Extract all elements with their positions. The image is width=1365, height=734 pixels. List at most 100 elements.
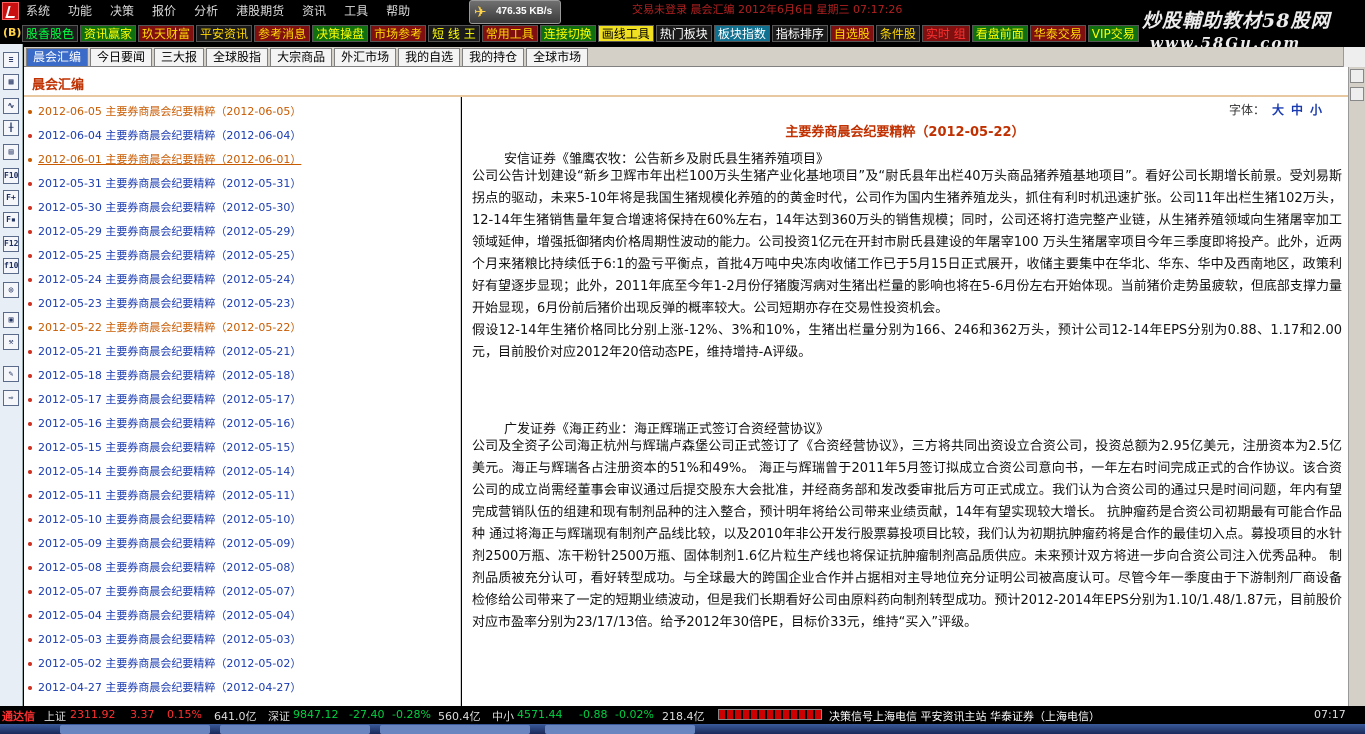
font-size-small[interactable]: 小 bbox=[1310, 103, 1322, 117]
menu-item-analysis[interactable]: 分析 bbox=[194, 2, 218, 19]
candle-icon[interactable]: ╫ bbox=[3, 120, 19, 136]
toolbar-button[interactable]: 板块指数 bbox=[713, 25, 770, 42]
list-item[interactable]: 2012-05-17 主要券商晨会纪要精粹（2012-05-17） bbox=[28, 391, 301, 407]
menu-item-news[interactable]: 资讯 bbox=[302, 2, 326, 19]
toolbar-button[interactable]: 短 线 王 bbox=[428, 25, 480, 42]
list-item[interactable]: 2012-04-27 主要券商晨会纪要精粹（2012-04-27） bbox=[28, 679, 301, 695]
list-item-link[interactable]: 2012-05-14 主要券商晨会纪要精粹（2012-05-14） bbox=[38, 465, 301, 478]
list-item-link[interactable]: 2012-05-11 主要券商晨会纪要精粹（2012-05-11） bbox=[38, 489, 301, 502]
list-icon[interactable]: ≡ bbox=[3, 52, 19, 68]
list-item-link[interactable]: 2012-05-25 主要券商晨会纪要精粹（2012-05-25） bbox=[38, 249, 301, 262]
list-item-link[interactable]: 2012-05-07 主要券商晨会纪要精粹（2012-05-07） bbox=[38, 585, 301, 598]
f10-doc-icon[interactable]: F▪ bbox=[3, 212, 19, 228]
toolbar-button[interactable]: 常用工具 bbox=[481, 25, 538, 42]
list-item[interactable]: 2012-06-05 主要券商晨会纪要精粹（2012-06-05） bbox=[28, 103, 301, 119]
list-item[interactable]: 2012-05-29 主要券商晨会纪要精粹（2012-05-29） bbox=[28, 223, 301, 239]
toolbar-button[interactable]: 条件股 bbox=[875, 25, 920, 42]
tools-icon[interactable]: ⚒ bbox=[3, 334, 19, 350]
exit-icon[interactable]: ⇨ bbox=[3, 390, 19, 406]
list-item[interactable]: 2012-05-31 主要券商晨会纪要精粹（2012-05-31） bbox=[28, 175, 301, 191]
list-item[interactable]: 2012-05-08 主要券商晨会纪要精粹（2012-05-08） bbox=[28, 559, 301, 575]
tab-three-papers[interactable]: 三大报 bbox=[154, 48, 205, 66]
scroll-thumb[interactable] bbox=[1350, 87, 1364, 101]
toolbar-button[interactable]: 热门板块 bbox=[655, 25, 712, 42]
tab-global-markets[interactable]: 全球市场 bbox=[526, 48, 589, 66]
list-item-link[interactable]: 2012-05-22 主要券商晨会纪要精粹（2012-05-22） bbox=[38, 321, 301, 334]
tab-my-watchlist[interactable]: 我的自选 bbox=[398, 48, 461, 66]
toolbar-button[interactable]: 画线工具 bbox=[597, 25, 654, 42]
menu-item-quote[interactable]: 报价 bbox=[152, 2, 176, 19]
scroll-up-button[interactable] bbox=[1350, 69, 1364, 83]
list-item-link[interactable]: 2012-05-02 主要券商晨会纪要精粹（2012-05-02） bbox=[38, 657, 301, 670]
list-item-link[interactable]: 2012-05-03 主要券商晨会纪要精粹（2012-05-03） bbox=[38, 633, 301, 646]
list-item-link[interactable]: 2012-05-16 主要券商晨会纪要精粹（2012-05-16） bbox=[38, 417, 301, 430]
toolbar-b-label[interactable]: (B) bbox=[3, 26, 21, 42]
search-icon[interactable]: ◎ bbox=[3, 282, 19, 298]
list-item-link[interactable]: 2012-05-08 主要券商晨会纪要精粹（2012-05-08） bbox=[38, 561, 301, 574]
toolbar-button[interactable]: VIP交易 bbox=[1087, 25, 1139, 42]
toolbar-button[interactable]: 实时 组 bbox=[921, 25, 970, 42]
list-item[interactable]: 2012-05-23 主要券商晨会纪要精粹（2012-05-23） bbox=[28, 295, 301, 311]
list-item-link[interactable]: 2012-05-30 主要券商晨会纪要精粹（2012-05-30） bbox=[38, 201, 301, 214]
list-item-link[interactable]: 2012-05-04 主要券商晨会纪要精粹（2012-05-04） bbox=[38, 609, 301, 622]
toolbar-button[interactable]: 自选股 bbox=[829, 25, 874, 42]
sz-index-label[interactable]: 深证 bbox=[268, 708, 290, 724]
list-item[interactable]: 2012-05-16 主要券商晨会纪要精粹（2012-05-16） bbox=[28, 415, 301, 431]
f10-icon[interactable]: F10 bbox=[3, 168, 19, 184]
list-item-link[interactable]: 2012-06-05 主要券商晨会纪要精粹（2012-06-05） bbox=[38, 105, 301, 118]
list-item[interactable]: 2012-05-09 主要券商晨会纪要精粹（2012-05-09） bbox=[28, 535, 301, 551]
list-item-link[interactable]: 2012-06-01 主要券商晨会纪要精粹（2012-06-01） bbox=[38, 153, 301, 166]
tab-forex[interactable]: 外汇市场 bbox=[334, 48, 397, 66]
table-icon[interactable]: ▦ bbox=[3, 74, 19, 90]
list-item-link[interactable]: 2012-06-04 主要券商晨会纪要精粹（2012-06-04） bbox=[38, 129, 301, 142]
taskbar-button[interactable] bbox=[545, 725, 695, 734]
list-item-link[interactable]: 2012-05-23 主要券商晨会纪要精粹（2012-05-23） bbox=[38, 297, 301, 310]
toolbar-button[interactable]: 资讯赢家 bbox=[80, 25, 137, 42]
list-item-link[interactable]: 2012-05-10 主要券商晨会纪要精粹（2012-05-10） bbox=[38, 513, 301, 526]
sh-index-label[interactable]: 上证 bbox=[44, 708, 66, 724]
f12-icon[interactable]: F12 bbox=[3, 236, 19, 252]
connection-info[interactable]: 决策信号上海电信 平安资讯主站 华泰证券（上海电信） bbox=[829, 708, 1100, 724]
list-item-link[interactable]: 2012-05-29 主要券商晨会纪要精粹（2012-05-29） bbox=[38, 225, 301, 238]
list-item[interactable]: 2012-05-15 主要券商晨会纪要精粹（2012-05-15） bbox=[28, 439, 301, 455]
list-item-link[interactable]: 2012-05-15 主要券商晨会纪要精粹（2012-05-15） bbox=[38, 441, 301, 454]
menu-item-function[interactable]: 功能 bbox=[68, 2, 92, 19]
list-item-link[interactable]: 2012-05-21 主要券商晨会纪要精粹（2012-05-21） bbox=[38, 345, 301, 358]
list-item[interactable]: 2012-05-07 主要券商晨会纪要精粹（2012-05-07） bbox=[28, 583, 301, 599]
taskbar-button[interactable] bbox=[380, 725, 530, 734]
toolbar-button[interactable]: 参考消息 bbox=[254, 25, 311, 42]
list-item-link[interactable]: 2012-05-24 主要券商晨会纪要精粹（2012-05-24） bbox=[38, 273, 301, 286]
taskbar-button[interactable] bbox=[220, 725, 370, 734]
list-item[interactable]: 2012-05-14 主要券商晨会纪要精粹（2012-05-14） bbox=[28, 463, 301, 479]
toolbar-button[interactable]: 玖天财富 bbox=[138, 25, 195, 42]
zx-index-label[interactable]: 中小 bbox=[492, 708, 514, 724]
list-item[interactable]: 2012-06-04 主要券商晨会纪要精粹（2012-06-04） bbox=[28, 127, 301, 143]
list-item-link[interactable]: 2012-05-09 主要券商晨会纪要精粹（2012-05-09） bbox=[38, 537, 301, 550]
grid-icon[interactable]: ▣ bbox=[3, 312, 19, 328]
line-chart-icon[interactable]: ∿ bbox=[3, 98, 19, 114]
menu-item-decision[interactable]: 决策 bbox=[110, 2, 134, 19]
app-logo-icon[interactable] bbox=[2, 2, 19, 20]
list-item-link[interactable]: 2012-04-27 主要券商晨会纪要精粹（2012-04-27） bbox=[38, 681, 301, 694]
list-item[interactable]: 2012-05-24 主要券商晨会纪要精粹（2012-05-24） bbox=[28, 271, 301, 287]
right-scroll-strip[interactable] bbox=[1348, 67, 1365, 706]
list-item-link[interactable]: 2012-05-18 主要券商晨会纪要精粹（2012-05-18） bbox=[38, 369, 301, 382]
list-item-link[interactable]: 2012-05-31 主要券商晨会纪要精粹（2012-05-31） bbox=[38, 177, 301, 190]
menu-item-hk-futures[interactable]: 港股期货 bbox=[236, 2, 284, 19]
list-item[interactable]: 2012-05-10 主要券商晨会纪要精粹（2012-05-10） bbox=[28, 511, 301, 527]
font-size-large[interactable]: 大 bbox=[1272, 103, 1284, 117]
list-item[interactable]: 2012-05-02 主要券商晨会纪要精粹（2012-05-02） bbox=[28, 655, 301, 671]
toolbar-button[interactable]: 看盘前面 bbox=[971, 25, 1028, 42]
list-item[interactable]: 2012-05-11 主要券商晨会纪要精粹（2012-05-11） bbox=[28, 487, 301, 503]
list-item[interactable]: 2012-05-22 主要券商晨会纪要精粹（2012-05-22） bbox=[28, 319, 301, 335]
menu-item-help[interactable]: 帮助 bbox=[386, 2, 410, 19]
f10-alt-icon[interactable]: f10 bbox=[3, 258, 19, 274]
list-item[interactable]: 2012-05-04 主要券商晨会纪要精粹（2012-05-04） bbox=[28, 607, 301, 623]
font-size-medium[interactable]: 中 bbox=[1291, 103, 1303, 117]
list-item[interactable]: 2012-05-03 主要券商晨会纪要精粹（2012-05-03） bbox=[28, 631, 301, 647]
toolbar-button[interactable]: 华泰交易 bbox=[1029, 25, 1086, 42]
tab-commodities[interactable]: 大宗商品 bbox=[270, 48, 333, 66]
list-item[interactable]: 2012-06-01 主要券商晨会纪要精粹（2012-06-01） bbox=[28, 151, 301, 167]
tab-morning-meeting[interactable]: 晨会汇编 bbox=[26, 48, 89, 66]
list-item-link[interactable]: 2012-05-17 主要券商晨会纪要精粹（2012-05-17） bbox=[38, 393, 301, 406]
